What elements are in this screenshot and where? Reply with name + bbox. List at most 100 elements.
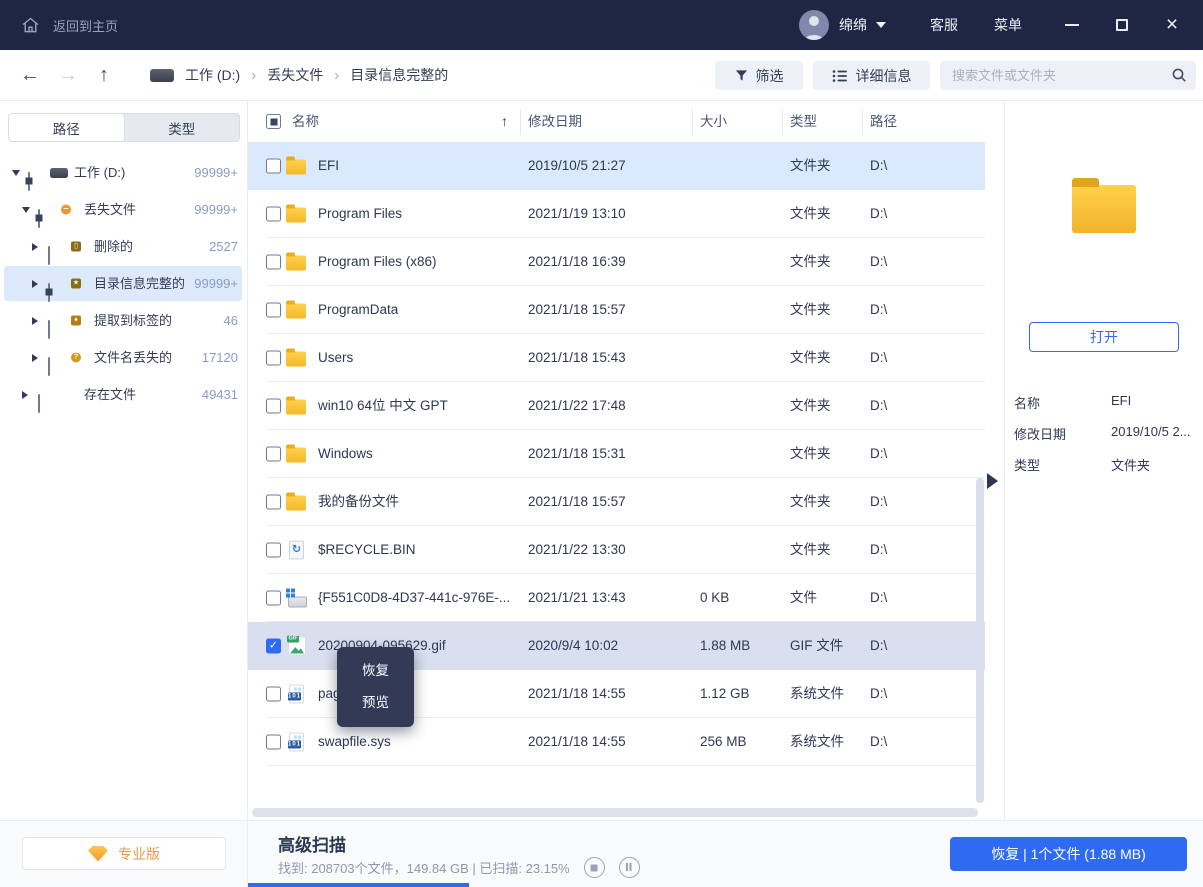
back-to-home-button[interactable]: 返回到主页: [0, 15, 118, 36]
up-button[interactable]: [99, 50, 109, 100]
row-checkbox[interactable]: [266, 590, 281, 606]
row-checkbox[interactable]: [266, 398, 281, 414]
pause-scan-button[interactable]: [618, 857, 640, 878]
row-checkbox[interactable]: [266, 206, 281, 222]
column-divider[interactable]: [862, 109, 863, 135]
tab-type[interactable]: 类型: [125, 114, 240, 141]
tree-checkbox[interactable]: [38, 393, 40, 413]
file-path: D:\: [870, 158, 888, 173]
tree-checkbox[interactable]: [48, 356, 50, 376]
expand-arrow-icon[interactable]: [22, 206, 30, 213]
tree-item[interactable]: 文件名丢失的 17120: [0, 339, 246, 376]
row-checkbox[interactable]: [266, 638, 281, 654]
back-button[interactable]: [20, 50, 40, 100]
expand-arrow-icon[interactable]: [22, 390, 28, 399]
column-divider[interactable]: [692, 109, 693, 135]
column-divider[interactable]: [782, 109, 783, 135]
file-size: 0 KB: [700, 590, 730, 605]
file-name: Users: [318, 350, 354, 365]
file-row[interactable]: EFI 2019/10/5 21:27 文件夹 D:\: [248, 142, 985, 190]
file-size: 1.12 GB: [700, 686, 750, 701]
search-icon[interactable]: [1171, 67, 1187, 83]
row-checkbox[interactable]: [266, 350, 281, 366]
file-row[interactable]: Program Files (x86) 2021/1/18 16:39 文件夹 …: [248, 238, 985, 286]
expand-arrow-icon[interactable]: [32, 242, 38, 251]
preview-folder-icon: [1072, 178, 1136, 233]
tree-item[interactable]: 存在文件 49431: [0, 376, 246, 413]
gem-icon: [88, 845, 108, 862]
file-row[interactable]: {F551C0D8-4D37-441c-976E-... 2021/1/21 1…: [248, 574, 985, 622]
tree-checkbox[interactable]: [28, 171, 30, 191]
column-date[interactable]: 修改日期: [528, 101, 582, 142]
tree-checkbox[interactable]: [38, 208, 40, 228]
sort-ascending-icon[interactable]: [501, 101, 508, 142]
expand-arrow-icon[interactable]: [32, 316, 38, 325]
recover-button[interactable]: 恢复 | 1个文件 (1.88 MB): [950, 837, 1187, 871]
select-all-checkbox[interactable]: [266, 114, 281, 129]
forward-button[interactable]: [58, 50, 78, 100]
filter-button[interactable]: 筛选: [715, 61, 803, 90]
breadcrumb: 工作 (D:) 丢失文件 目录信息完整的: [150, 50, 448, 100]
tree-item[interactable]: 删除的 2527: [0, 228, 246, 265]
minimize-button[interactable]: [1062, 15, 1082, 35]
expand-arrow-icon[interactable]: [32, 353, 38, 362]
collapse-panel-arrow[interactable]: [987, 473, 998, 489]
file-type-icon: [286, 396, 306, 415]
file-path: D:\: [870, 398, 888, 413]
file-type-icon: [286, 156, 306, 175]
horizontal-scrollbar[interactable]: [252, 808, 978, 817]
row-checkbox[interactable]: [266, 446, 281, 462]
tab-path[interactable]: 路径: [9, 114, 125, 141]
tree-item[interactable]: 丢失文件 99999+: [0, 191, 246, 228]
row-checkbox[interactable]: [266, 158, 281, 174]
row-checkbox[interactable]: [266, 302, 281, 318]
row-checkbox[interactable]: [266, 734, 281, 750]
stop-scan-button[interactable]: [583, 857, 605, 878]
expand-arrow-icon[interactable]: [32, 279, 38, 288]
file-date: 2021/1/19 13:10: [528, 206, 626, 221]
breadcrumb-item-lost-files[interactable]: 丢失文件: [267, 65, 323, 85]
maximize-button[interactable]: [1112, 15, 1132, 35]
tree-item[interactable]: 提取到标签的 46: [0, 302, 246, 339]
close-button[interactable]: [1162, 15, 1182, 35]
column-size[interactable]: 大小: [700, 101, 727, 142]
column-path[interactable]: 路径: [870, 101, 897, 142]
file-row[interactable]: 我的备份文件 2021/1/18 15:57 文件夹 D:\: [248, 478, 985, 526]
search-input[interactable]: [940, 61, 1162, 90]
file-row[interactable]: $RECYCLE.BIN 2021/1/22 13:30 文件夹 D:\: [248, 526, 985, 574]
row-checkbox[interactable]: [266, 686, 281, 702]
tree-checkbox[interactable]: [48, 319, 50, 339]
row-checkbox[interactable]: [266, 542, 281, 558]
user-avatar[interactable]: [799, 10, 829, 40]
context-menu-preview[interactable]: 预览: [337, 687, 414, 719]
tree-item[interactable]: 目录信息完整的 99999+: [0, 265, 246, 302]
file-row[interactable]: Users 2021/1/18 15:43 文件夹 D:\: [248, 334, 985, 382]
file-row[interactable]: Windows 2021/1/18 15:31 文件夹 D:\: [248, 430, 985, 478]
upgrade-button[interactable]: 专业版: [22, 837, 226, 870]
file-path: D:\: [870, 254, 888, 269]
support-button[interactable]: 客服: [930, 15, 958, 35]
file-row[interactable]: ProgramData 2021/1/18 15:57 文件夹 D:\: [248, 286, 985, 334]
menu-button[interactable]: 菜单: [994, 15, 1022, 35]
tree-checkbox[interactable]: [48, 282, 50, 302]
tree-label: 删除的: [94, 239, 134, 254]
column-divider[interactable]: [520, 109, 521, 135]
user-menu[interactable]: 绵绵: [839, 15, 886, 35]
row-checkbox[interactable]: [266, 494, 281, 510]
tree-item[interactable]: 工作 (D:) 99999+: [0, 154, 246, 191]
expand-arrow-icon[interactable]: [12, 169, 20, 176]
vertical-scrollbar[interactable]: [976, 478, 984, 803]
details-view-button[interactable]: 详细信息: [813, 61, 930, 90]
tree-label: 工作 (D:): [74, 165, 126, 180]
file-row[interactable]: Program Files 2021/1/19 13:10 文件夹 D:\: [248, 190, 985, 238]
file-row[interactable]: win10 64位 中文 GPT 2021/1/22 17:48 文件夹 D:\: [248, 382, 985, 430]
tree-folder-icon: [60, 388, 78, 401]
breadcrumb-item-drive[interactable]: 工作 (D:): [185, 65, 240, 85]
context-menu-recover[interactable]: 恢复: [337, 655, 414, 687]
breadcrumb-item-current[interactable]: 目录信息完整的: [350, 65, 448, 85]
open-button[interactable]: 打开: [1029, 322, 1179, 352]
column-type[interactable]: 类型: [790, 101, 817, 142]
tree-checkbox[interactable]: [48, 245, 50, 265]
column-name[interactable]: 名称: [292, 101, 319, 142]
row-checkbox[interactable]: [266, 254, 281, 270]
